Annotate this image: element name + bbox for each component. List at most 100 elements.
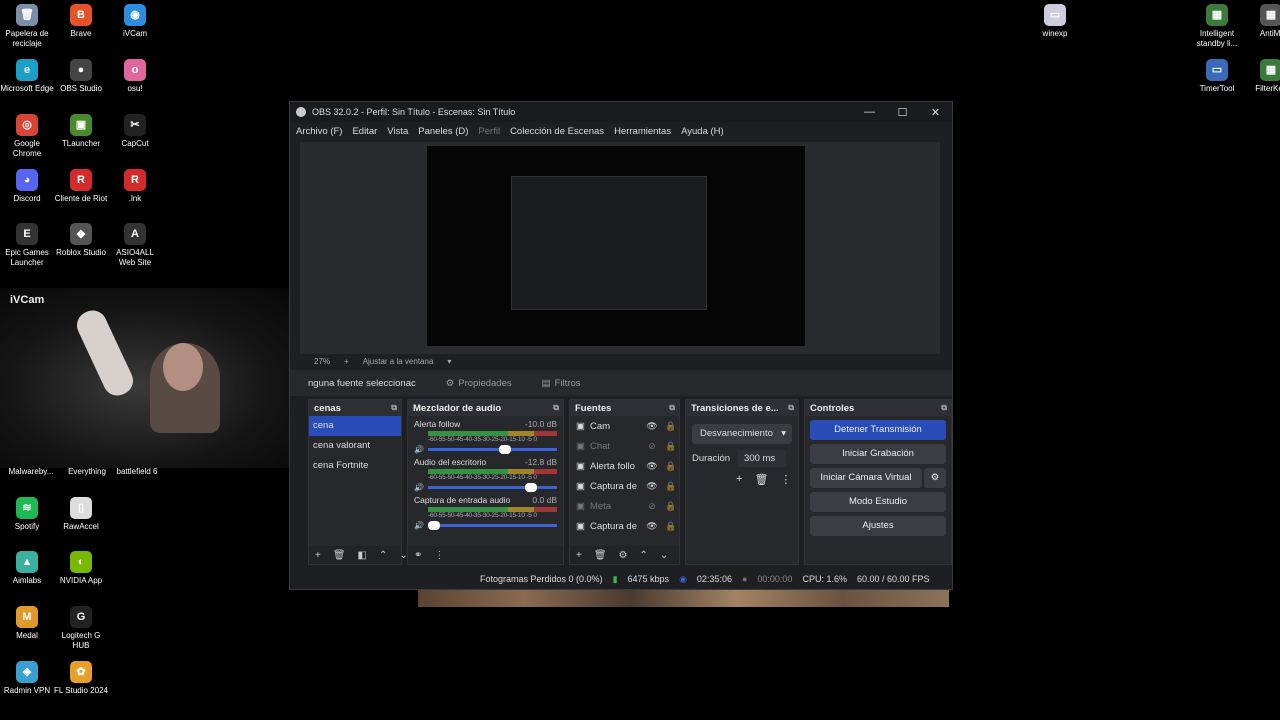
virtual-cam-button[interactable]: Iniciar Cámara Virtual [810, 468, 922, 488]
up-icon[interactable]: ⌃ [379, 550, 387, 561]
menu-archivo[interactable]: Archivo (F) [296, 126, 342, 137]
title-bar[interactable]: OBS 32.0.2 - Perfil: Sin Título - Escena… [290, 102, 952, 122]
desktop-icon[interactable]: R Cliente de Riot [54, 169, 108, 204]
desktop-icon-label[interactable]: Malwareby... [4, 467, 58, 477]
stop-stream-button[interactable]: Detener Transmisión [810, 420, 946, 440]
lock-icon[interactable]: 🔒 [664, 421, 678, 432]
undock-icon[interactable]: ⧉ [391, 403, 397, 413]
desktop-icon[interactable]: ▣ TLauncher [54, 114, 108, 149]
down-icon[interactable]: ⌄ [660, 550, 668, 561]
desktop-icon[interactable]: e Microsoft Edge [0, 59, 54, 94]
volume-knob[interactable] [427, 521, 440, 530]
scene-item[interactable]: cena valorant [309, 436, 401, 456]
desktop-icon[interactable]: ◎ Google Chrome [0, 114, 54, 159]
preview-canvas[interactable] [427, 146, 805, 346]
desktop-icon[interactable]: ≋ Spotify [0, 497, 54, 532]
eye-hidden-icon[interactable]: ⊘ [645, 441, 659, 452]
lock-icon[interactable]: 🔒 [664, 501, 678, 512]
transition-select[interactable]: Desvanecimiento ▾ [692, 424, 792, 444]
undock-icon[interactable]: ⧉ [553, 403, 559, 413]
volume-slider[interactable] [427, 521, 557, 530]
eye-icon[interactable]: 👁 [645, 521, 659, 532]
filter-icon[interactable]: ◧ [358, 550, 367, 561]
trash-icon[interactable]: 🗑 [754, 473, 768, 486]
menu-herramientas[interactable]: Herramientas [614, 126, 671, 137]
add-icon[interactable]: + [576, 550, 582, 561]
desktop-icon[interactable]: ▦ FilterKey [1244, 59, 1280, 94]
trash-icon[interactable]: 🗑 [594, 550, 607, 561]
desktop-icon[interactable]: ● OBS Studio [54, 59, 108, 94]
source-item[interactable]: ▣ Alerta follo 👁 🔒 [570, 456, 679, 476]
zoom-level[interactable]: 27% [314, 357, 330, 366]
close-button[interactable]: ✕ [919, 106, 952, 119]
volume-knob[interactable] [498, 445, 511, 454]
desktop-icon[interactable]: R .lnk [108, 169, 162, 204]
undock-icon[interactable]: ⧉ [669, 403, 675, 413]
scene-item[interactable]: cena Fortnite [309, 456, 401, 476]
add-icon[interactable]: + [315, 550, 321, 561]
volume-knob[interactable] [524, 483, 537, 492]
desktop-icon[interactable]: ▦ Intelligent standby li... [1190, 4, 1244, 49]
speaker-icon[interactable]: 🔊 [414, 445, 424, 454]
desktop-icon[interactable]: B Brave [54, 4, 108, 39]
source-item[interactable]: ▣ Cam 👁 🔒 [570, 416, 679, 436]
more-icon[interactable]: ⋮ [780, 473, 791, 486]
duration-input[interactable]: 300 ms [738, 450, 787, 467]
fit-window-label[interactable]: Ajustar a la ventana [363, 357, 434, 366]
start-record-button[interactable]: Iniciar Grabación [810, 444, 946, 464]
desktop-icon[interactable]: ◈ Radmin VPN [0, 661, 54, 696]
desktop-icon[interactable]: M Medal [0, 606, 54, 641]
more-icon[interactable]: ⋮ [434, 550, 444, 561]
menu-editar[interactable]: Editar [352, 126, 377, 137]
menu-ayuda[interactable]: Ayuda (H) [681, 126, 724, 137]
desktop-icon[interactable]: A ASIO4ALL Web Site [108, 223, 162, 268]
eye-hidden-icon[interactable]: ⊘ [645, 501, 659, 512]
desktop-icon-label[interactable]: battlefield 6 [110, 467, 164, 477]
desktop-icon[interactable]: ▦ AntiMi [1244, 4, 1280, 39]
desktop-icon[interactable]: ◐ NVIDIA App [54, 551, 108, 586]
lock-icon[interactable]: 🔒 [664, 481, 678, 492]
desktop-icon[interactable]: ▭ TimerTool [1190, 59, 1244, 94]
link-icon[interactable]: ⚭ [414, 550, 422, 561]
studio-mode-button[interactable]: Modo Estudio [810, 492, 946, 512]
desktop-icon[interactable]: ▭ winexp [1028, 4, 1082, 39]
lock-icon[interactable]: 🔒 [664, 441, 678, 452]
desktop-icon[interactable]: E Epic Games Launcher [0, 223, 54, 268]
eye-icon[interactable]: 👁 [645, 481, 659, 492]
settings-button[interactable]: Ajustes [810, 516, 946, 536]
source-item[interactable]: ▣ Chat ⊘ 🔒 [570, 436, 679, 456]
chevron-down-icon[interactable]: ▾ [447, 357, 451, 366]
maximize-button[interactable]: ☐ [886, 106, 919, 119]
desktop-icon[interactable]: ✿ FL Studio 2024 [54, 661, 108, 696]
lock-icon[interactable]: 🔒 [664, 521, 678, 532]
desktop-icon[interactable]: ✂ CapCut [108, 114, 162, 149]
desktop-icon[interactable]: ◆ Roblox Studio [54, 223, 108, 258]
menu-perfil[interactable]: Perfil [478, 126, 500, 137]
desktop-icon[interactable]: G Logitech G HUB [54, 606, 108, 651]
menu-coleccion[interactable]: Colección de Escenas [510, 126, 604, 137]
desktop-icon[interactable]: ▯ RawAccel [54, 497, 108, 532]
source-item[interactable]: ▣ Meta ⊘ 🔒 [570, 496, 679, 516]
eye-icon[interactable]: 👁 [645, 461, 659, 472]
lock-icon[interactable]: 🔒 [664, 461, 678, 472]
add-icon[interactable]: + [736, 473, 742, 486]
desktop-icon[interactable]: ◉ iVCam [108, 4, 162, 39]
filters-button[interactable]: ▤ Filtros [542, 378, 581, 389]
eye-icon[interactable]: 👁 [645, 421, 659, 432]
virtual-cam-settings-gear-icon[interactable]: ⚙ [924, 468, 946, 488]
menu-paneles[interactable]: Paneles (D) [418, 126, 468, 137]
source-item[interactable]: ▣ Captura de 👁 🔒 [570, 516, 679, 536]
speaker-icon[interactable]: 🔊 [414, 521, 424, 530]
undock-icon[interactable]: ⧉ [788, 403, 794, 413]
trash-icon[interactable]: 🗑 [333, 550, 346, 561]
gear-icon[interactable]: ⚙ [619, 550, 628, 561]
source-item[interactable]: ▣ Captura de 👁 🔒 [570, 476, 679, 496]
speaker-icon[interactable]: 🔊 [414, 483, 424, 492]
volume-slider[interactable] [427, 483, 557, 492]
up-icon[interactable]: ⌃ [640, 550, 648, 561]
desktop-icon[interactable]: ▲ Aimlabs [0, 551, 54, 586]
desktop-icon[interactable]: 🗑 Papelera de reciclaje [0, 4, 54, 49]
properties-button[interactable]: ⚙ Propiedades [446, 378, 512, 389]
desktop-icon[interactable]: o osu! [108, 59, 162, 94]
preview-area[interactable] [300, 142, 940, 354]
